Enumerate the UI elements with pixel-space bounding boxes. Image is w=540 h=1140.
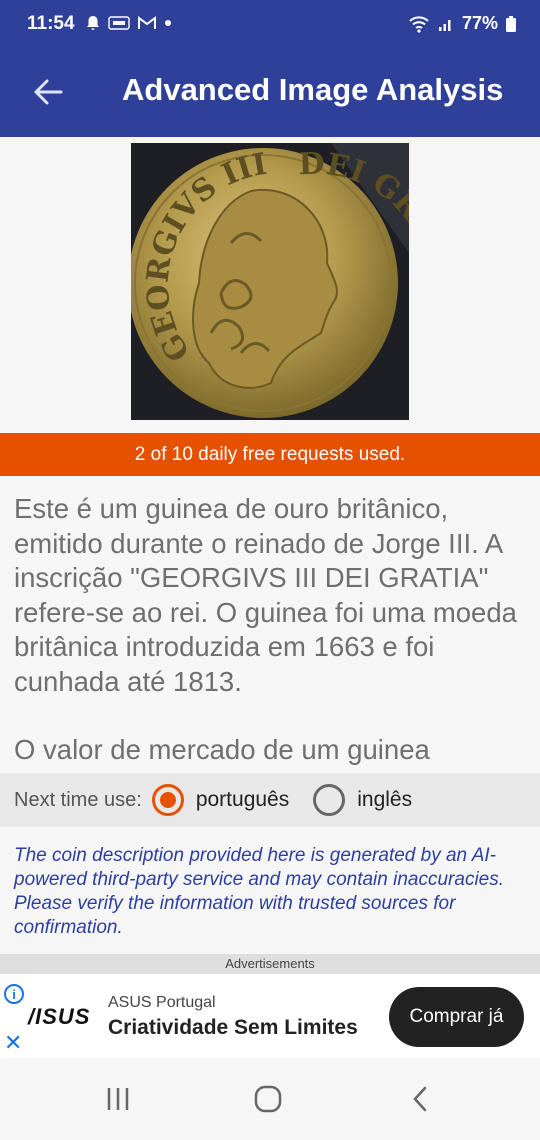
coin-photo: GEORGIVS III DEI GRATIA	[131, 143, 409, 420]
ad-cta-button[interactable]: Comprar já	[389, 987, 524, 1047]
battery-icon	[506, 15, 516, 32]
wifi-icon	[409, 15, 429, 33]
status-time: 11:54	[27, 13, 75, 34]
system-nav-bar	[0, 1058, 540, 1140]
language-label: Next time use:	[14, 788, 142, 811]
ad-info-icon[interactable]: i	[4, 984, 24, 1004]
app-bar: Advanced Image Analysis	[0, 52, 540, 137]
language-selector: Next time use: português inglês	[0, 773, 540, 827]
coin-description[interactable]: Este é um guinea de ouro britânico, emit…	[14, 492, 528, 774]
ads-label: Advertisements	[0, 954, 540, 974]
radio-unselected-icon[interactable]	[313, 784, 346, 816]
image-area: GEORGIVS III DEI GRATIA	[0, 137, 540, 433]
signal-icon	[438, 19, 451, 31]
language-option-english[interactable]: inglês	[313, 784, 412, 816]
description-paragraph: Este é um guinea de ouro britânico, emit…	[14, 493, 517, 697]
arrow-left-icon	[34, 79, 63, 105]
back-button[interactable]	[28, 72, 68, 112]
asus-logo: /ISUS	[28, 1004, 91, 1029]
ad-brand: ASUS Portugal	[108, 994, 216, 1011]
home-button[interactable]	[248, 1082, 288, 1116]
description-paragraph: O valor de mercado de um guinea	[14, 734, 430, 765]
status-right: 77%	[408, 13, 516, 34]
radio-selected-icon[interactable]	[151, 784, 184, 816]
recents-icon	[107, 1088, 129, 1110]
language-option-label: português	[195, 788, 290, 811]
dot-icon	[165, 20, 171, 26]
ad-close-icon[interactable]: ✕	[4, 1030, 22, 1056]
bell-icon	[87, 16, 99, 30]
gmail-icon	[138, 16, 156, 29]
recents-button[interactable]	[98, 1082, 138, 1116]
ad-slogan: Criatividade Sem Limites	[108, 1016, 358, 1039]
system-back-button[interactable]	[400, 1082, 440, 1116]
language-option-portuguese[interactable]: português	[151, 784, 290, 816]
temu-icon	[108, 16, 130, 30]
usage-banner: 2 of 10 daily free requests used.	[0, 433, 540, 476]
ai-disclaimer: The coin description provided here is ge…	[14, 845, 505, 938]
battery-percent: 77%	[461, 13, 498, 33]
page-title: Advanced Image Analysis	[122, 72, 504, 107]
ad-banner[interactable]: i ✕ /ISUS ASUS Portugal Criatividade Sem…	[0, 974, 540, 1058]
status-bar: 11:54 77%	[0, 0, 540, 52]
coin-image: GEORGIVS III DEI GRATIA	[131, 143, 409, 420]
language-option-label: inglês	[357, 788, 413, 811]
chevron-left-icon	[413, 1086, 427, 1112]
home-icon	[254, 1085, 282, 1113]
notification-icons	[86, 15, 172, 31]
